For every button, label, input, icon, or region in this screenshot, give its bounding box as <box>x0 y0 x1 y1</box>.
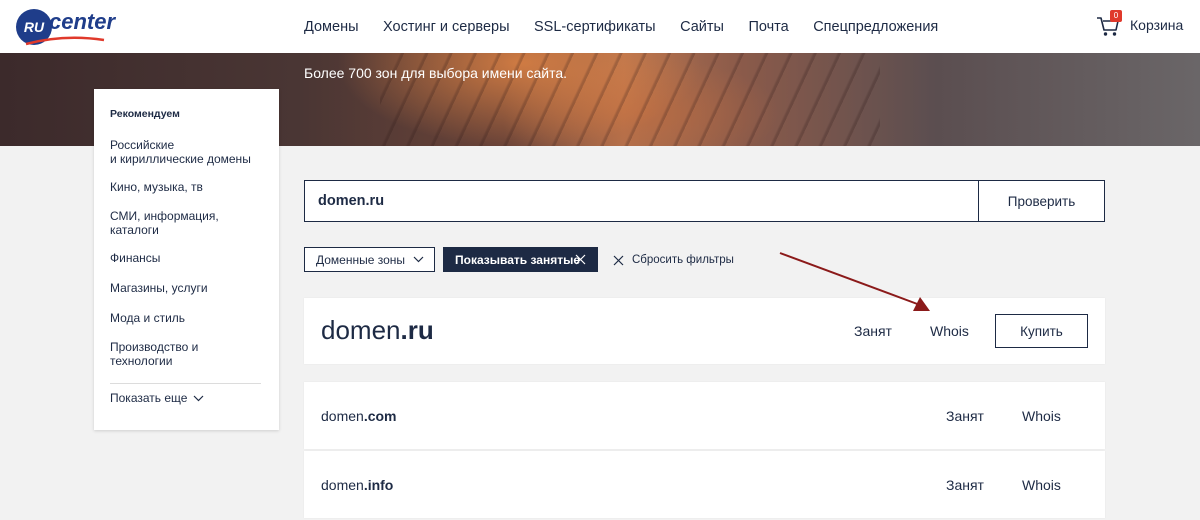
domain-search-input[interactable] <box>304 180 979 222</box>
sidebar-heading: Рекомендуем <box>110 108 180 120</box>
hero-subtitle: Более 700 зон для выбора имени сайта. <box>304 65 567 81</box>
main-nav: Домены Хостинг и серверы SSL-сертификаты… <box>304 0 963 53</box>
nav-item-ssl[interactable]: SSL-сертификаты <box>534 19 656 35</box>
check-button[interactable]: Проверить <box>978 180 1105 222</box>
sidebar-divider <box>110 383 261 384</box>
logo-swoosh-icon <box>25 36 105 46</box>
annotation-arrow-icon <box>779 252 930 311</box>
show-more-label: Показать еще <box>110 391 188 405</box>
whois-link[interactable]: Whois <box>1022 408 1061 424</box>
result-status: Занят <box>946 477 984 493</box>
close-icon[interactable] <box>575 254 586 265</box>
sidebar-item-finance[interactable]: Финансы <box>110 251 270 266</box>
sidebar-item-russian-domains[interactable]: Российские и кириллические домены <box>110 138 270 166</box>
main-domain-result: domen.ru Занят Whois Купить <box>304 298 1105 364</box>
sidebar-item-media-catalogs[interactable]: СМИ, информация, каталоги <box>110 209 270 237</box>
recommend-sidebar: Рекомендуем Российские и кириллические д… <box>94 89 279 430</box>
result-domain-name: domen.info <box>321 477 394 493</box>
nav-item-domains[interactable]: Домены <box>304 19 359 35</box>
whois-link[interactable]: Whois <box>1022 477 1061 493</box>
result-status: Занят <box>854 323 892 339</box>
domain-zones-label: Доменные зоны <box>316 252 406 267</box>
logo-text: center <box>49 9 116 34</box>
chevron-down-icon <box>194 395 204 401</box>
chevron-down-icon <box>413 256 424 263</box>
sidebar-item-shops-services[interactable]: Магазины, услуги <box>110 281 270 296</box>
result-status: Занят <box>946 408 984 424</box>
close-icon <box>613 255 624 265</box>
buy-button[interactable]: Купить <box>995 314 1088 348</box>
cart-link[interactable]: 0 Корзина <box>1096 10 1196 39</box>
whois-link[interactable]: Whois <box>930 323 969 339</box>
nav-item-hosting[interactable]: Хостинг и серверы <box>383 19 510 35</box>
domain-result-row: domen.info Занят Whois <box>304 451 1105 518</box>
sidebar-item-production-tech[interactable]: Производство и технологии <box>110 340 270 368</box>
cart-count-badge: 0 <box>1110 10 1122 22</box>
result-domain-name: domen.com <box>321 408 397 424</box>
reset-filters-label: Сбросить фильтры <box>632 254 734 266</box>
nav-item-sites[interactable]: Сайты <box>680 19 724 35</box>
show-more-button[interactable]: Показать еще <box>110 391 204 405</box>
cart-label: Корзина <box>1130 17 1184 33</box>
nav-item-special-offers[interactable]: Спецпредложения <box>813 19 938 35</box>
show-busy-filter-chip[interactable]: Показывать занятые <box>443 247 598 272</box>
domain-result-row: domen.com Занят Whois <box>304 382 1105 449</box>
sidebar-item-fashion-style[interactable]: Мода и стиль <box>110 311 270 326</box>
show-busy-label: Показывать занятые <box>455 252 581 267</box>
result-domain-name: domen.ru <box>321 315 434 345</box>
nav-item-mail[interactable]: Почта <box>748 19 788 35</box>
sidebar-item-cinema-music-tv[interactable]: Кино, музыка, тв <box>110 180 270 195</box>
ru-center-logo[interactable]: RU center <box>16 6 115 46</box>
domain-zones-dropdown[interactable]: Доменные зоны <box>304 247 435 272</box>
top-header: RU center Домены Хостинг и серверы SSL-с… <box>0 0 1200 53</box>
reset-filters-button[interactable]: Сбросить фильтры <box>613 251 734 269</box>
